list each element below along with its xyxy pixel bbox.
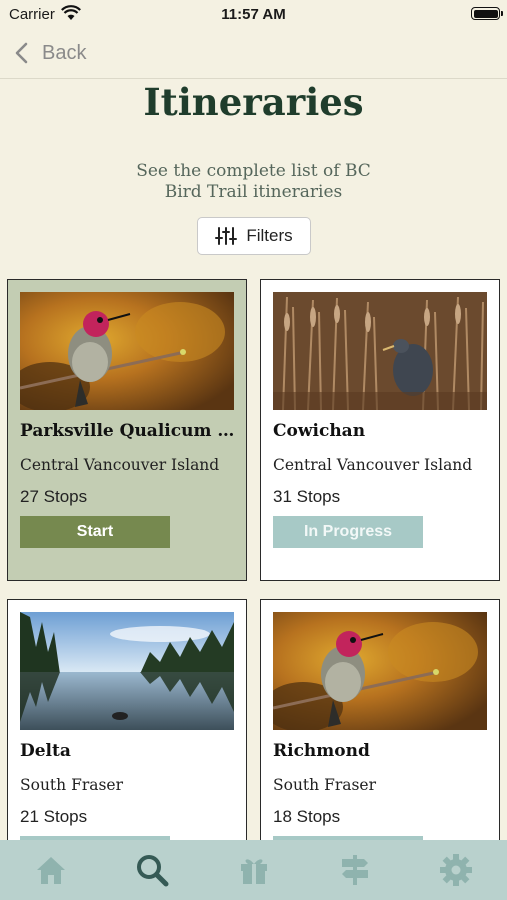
card-title: Richmond bbox=[273, 741, 370, 761]
gift-icon bbox=[240, 859, 267, 884]
card-stops: 27 Stops bbox=[20, 487, 88, 506]
tab-home[interactable] bbox=[0, 840, 101, 900]
filters-label: Filters bbox=[246, 226, 293, 245]
signpost-icon bbox=[341, 855, 368, 885]
itinerary-card-cowichan[interactable]: Cowichan Central Vancouver Island 31 Sto… bbox=[260, 279, 500, 581]
heron-in-reeds-photo bbox=[273, 292, 487, 410]
tab-rewards[interactable] bbox=[203, 840, 304, 900]
filters-button[interactable]: Filters bbox=[197, 217, 311, 255]
card-stops: 21 Stops bbox=[20, 807, 88, 826]
card-title: Delta bbox=[20, 741, 71, 761]
clock: 11:57 AM bbox=[221, 6, 286, 23]
back-label: Back bbox=[42, 41, 87, 64]
card-stops: 31 Stops bbox=[273, 487, 341, 506]
hummingbird-photo bbox=[273, 612, 487, 730]
in-progress-button[interactable]: In Progress bbox=[273, 516, 423, 548]
card-region: Central Vancouver Island bbox=[20, 456, 220, 474]
navigation-bar: Back bbox=[0, 28, 507, 79]
card-stops: 18 Stops bbox=[273, 807, 341, 826]
itinerary-card-delta[interactable]: Delta South Fraser 21 Stops bbox=[7, 599, 247, 859]
card-region: Central Vancouver Island bbox=[273, 456, 473, 474]
card-title: Cowichan bbox=[273, 421, 366, 441]
back-button[interactable]: Back bbox=[14, 39, 86, 67]
battery-icon bbox=[471, 7, 503, 20]
status-bar: Carrier 11:57 AM bbox=[0, 0, 507, 28]
itinerary-card-richmond[interactable]: Richmond South Fraser 18 Stops bbox=[260, 599, 500, 859]
forest-lake-photo bbox=[20, 612, 234, 730]
card-region: South Fraser bbox=[273, 776, 377, 794]
hummingbird-photo bbox=[20, 292, 234, 410]
search-icon bbox=[137, 855, 169, 887]
chevron-left-icon bbox=[15, 42, 28, 64]
gear-icon bbox=[440, 854, 473, 886]
page-title: Itineraries bbox=[143, 80, 364, 124]
tab-settings[interactable] bbox=[406, 840, 507, 900]
card-region: South Fraser bbox=[20, 776, 124, 794]
card-title: Parksville Qualicum B... bbox=[20, 421, 236, 441]
home-icon bbox=[36, 857, 65, 884]
tab-bar bbox=[0, 840, 507, 900]
start-button[interactable]: Start bbox=[20, 516, 170, 548]
tab-trails[interactable] bbox=[304, 840, 405, 900]
sliders-icon bbox=[215, 227, 238, 245]
page-subtitle: See the complete list of BC Bird Trail i… bbox=[136, 161, 371, 202]
itinerary-card-parksville[interactable]: Parksville Qualicum B... Central Vancouv… bbox=[7, 279, 247, 581]
tab-search[interactable] bbox=[101, 840, 202, 900]
